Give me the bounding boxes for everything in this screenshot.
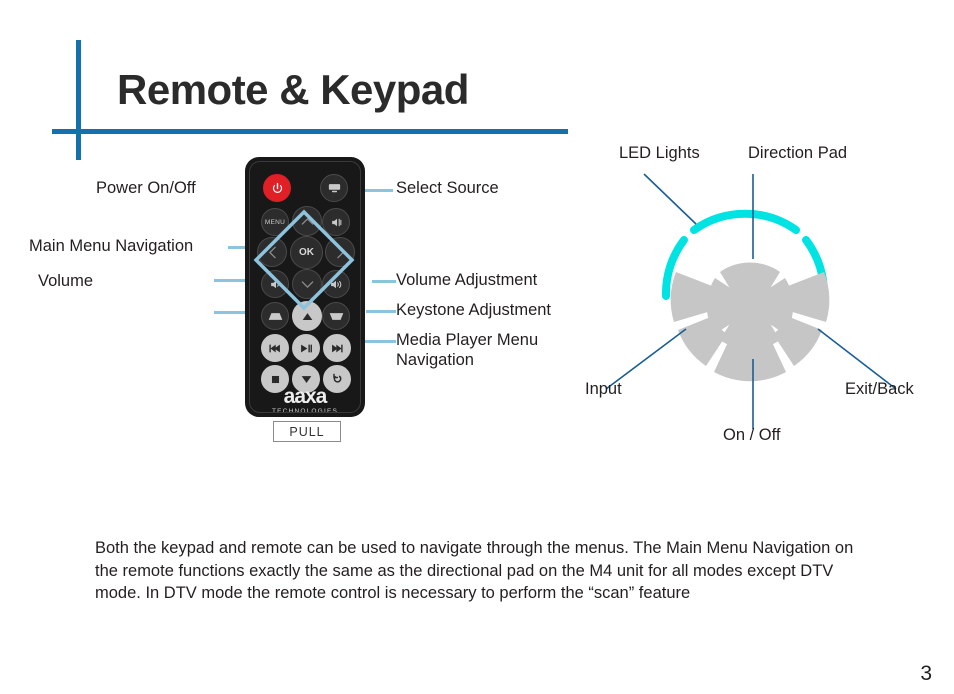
ok-button[interactable]: OK xyxy=(290,236,323,269)
left-button[interactable] xyxy=(257,237,287,267)
page-title: Remote & Keypad xyxy=(117,66,469,113)
chevron-down-icon xyxy=(301,280,313,288)
menu-button[interactable]: MENU xyxy=(261,208,289,236)
triangle-up-icon xyxy=(302,312,312,320)
speaker-low-icon xyxy=(270,280,279,288)
label-select-source: Select Source xyxy=(396,179,499,197)
title-horizontal-rule xyxy=(52,129,568,134)
ok-text-icon: OK xyxy=(299,247,314,258)
leader-led-lights xyxy=(643,173,697,225)
speaker-mute-icon xyxy=(331,218,341,226)
brand-name: aaxa xyxy=(283,385,328,408)
keypad-diagram: .seg { fill: #c6c6c6; } .lead2 { stroke:… xyxy=(605,173,897,429)
chevron-up-icon xyxy=(301,217,313,225)
skip-forward-icon xyxy=(332,344,343,352)
chevron-right-icon xyxy=(336,246,344,258)
label-on-off: On / Off xyxy=(723,426,781,444)
label-power-on-off: Power On/Off xyxy=(96,179,196,197)
up-button[interactable] xyxy=(292,206,322,236)
down-button[interactable] xyxy=(292,269,322,299)
menu-text-icon: MENU xyxy=(264,218,286,226)
body-paragraph: Both the keypad and remote can be used t… xyxy=(95,539,854,602)
speaker-high-icon xyxy=(331,280,342,288)
power-icon xyxy=(272,182,282,193)
pull-tab[interactable]: PULL xyxy=(273,421,341,442)
label-exit-back: Exit/Back xyxy=(845,380,914,398)
input-key[interactable] xyxy=(670,272,712,322)
label-input: Input xyxy=(585,380,622,398)
leader-volume-adjustment xyxy=(372,280,396,283)
skip-back-icon xyxy=(269,344,280,352)
label-main-menu-navigation: Main Menu Navigation xyxy=(29,237,194,255)
leader-select-source xyxy=(363,189,393,192)
stop-icon xyxy=(271,375,279,383)
right-button[interactable] xyxy=(325,237,355,267)
keystone-up-button[interactable] xyxy=(261,302,289,330)
trapezoid-down-icon xyxy=(329,312,343,320)
chevron-left-icon xyxy=(268,246,276,258)
label-direction-pad: Direction Pad xyxy=(748,144,848,162)
direction-pad-center[interactable] xyxy=(726,282,774,330)
label-led-lights: LED Lights xyxy=(619,144,700,162)
play-pause-button[interactable] xyxy=(292,334,320,362)
next-button[interactable] xyxy=(323,334,351,362)
return-arrow-icon xyxy=(333,373,342,383)
label-volume: Volume xyxy=(38,272,94,290)
play-pause-icon xyxy=(301,344,312,352)
brand-tagline: TECHNOLOGIES xyxy=(271,408,339,415)
mute-button[interactable] xyxy=(322,208,350,236)
trapezoid-up-icon xyxy=(268,312,282,320)
media-up-button[interactable] xyxy=(292,301,322,331)
slide-page: Remote & Keypad Power On/Off Main Menu N… xyxy=(0,0,954,694)
brand-logo: aaxa TECHNOLOGIES xyxy=(245,386,365,416)
label-volume-adjustment: Volume Adjustment xyxy=(396,271,538,289)
page-number: 3 xyxy=(920,662,932,685)
volume-down-button[interactable] xyxy=(261,270,289,298)
exit-back-key[interactable] xyxy=(788,272,830,322)
volume-up-button[interactable] xyxy=(322,270,350,298)
keystone-down-button[interactable] xyxy=(322,302,350,330)
screen-icon xyxy=(328,183,340,192)
title-vertical-rule xyxy=(76,40,81,160)
leader-keystone-adjustment xyxy=(366,310,396,313)
source-button[interactable] xyxy=(320,174,348,202)
previous-button[interactable] xyxy=(261,334,289,362)
label-media-player-menu-navigation: Media Player Menu Navigation xyxy=(396,331,539,369)
remote-control: MENU OK aaxa TECHNOLOGIES xyxy=(245,157,365,417)
triangle-down-icon xyxy=(301,375,311,383)
power-button[interactable] xyxy=(263,174,291,202)
label-keystone-adjustment: Keystone Adjustment xyxy=(396,301,552,319)
